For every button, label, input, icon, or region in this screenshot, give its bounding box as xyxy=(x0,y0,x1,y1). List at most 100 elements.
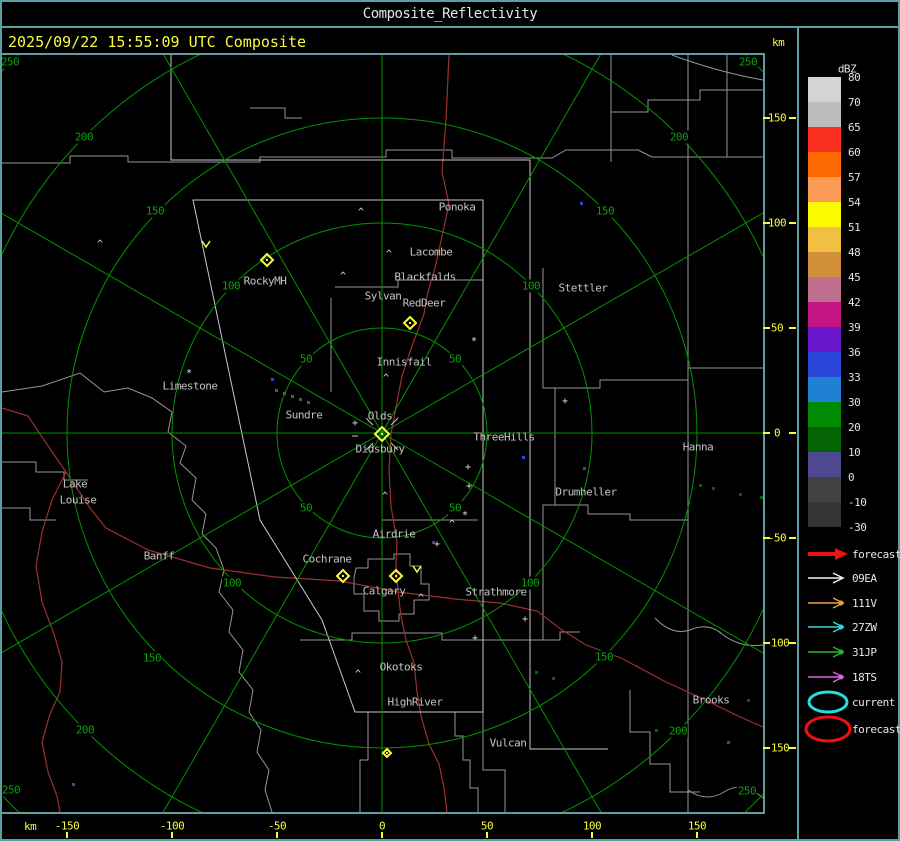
colorbar-value-label: 33 xyxy=(848,371,861,384)
town-marker-icon: + xyxy=(464,462,472,473)
legend-label-09EA: 09EA xyxy=(852,572,877,585)
radar-echo-pixel xyxy=(522,456,525,459)
colorbar-band xyxy=(808,127,841,152)
town-marker-icon: ^ xyxy=(385,249,393,260)
colorbar-band xyxy=(808,152,841,177)
radar-echo-pixel xyxy=(299,398,302,401)
bottom-axis-tick xyxy=(486,832,488,838)
colorbar-band xyxy=(808,102,841,127)
colorbar-value-label: 30 xyxy=(848,396,861,409)
radar-echo-pixel xyxy=(283,392,286,395)
colorbar-value-label: 10 xyxy=(848,446,861,459)
ring-distance-label: 250 xyxy=(736,784,758,798)
map-canvas[interactable]: 50 50 50 50 100 100 100 100 150 150 150 150 200 200 20… xyxy=(2,55,763,812)
city-label-limestone: Limestone xyxy=(162,379,218,393)
town-marker-icon: + xyxy=(471,633,479,644)
map-graphics xyxy=(2,55,763,812)
radar-echo-pixel xyxy=(712,487,715,490)
colorbar-value-label: 45 xyxy=(848,271,861,284)
ring-distance-label: 200 xyxy=(667,724,689,738)
right-axis-tick-label: 50 xyxy=(770,321,784,335)
colorbar-band xyxy=(808,77,841,102)
legend-label-27ZW: 27ZW xyxy=(852,621,877,634)
city-label-lake: Lake xyxy=(62,477,88,491)
city-label-vulcan: Vulcan xyxy=(489,736,527,750)
right-axis-tick xyxy=(763,747,770,749)
radar-coverage-outline xyxy=(170,55,608,750)
ring-distance-label: 150 xyxy=(141,651,163,665)
town-marker-icon: ^ xyxy=(96,239,104,250)
bottom-axis-tick-label: -150 xyxy=(54,819,80,833)
colorbar-value-label: 0 xyxy=(848,471,855,484)
colorbar-value-label: 60 xyxy=(848,146,861,159)
town-marker-icon: + xyxy=(521,614,529,625)
ring-distance-label: 50 xyxy=(447,501,463,515)
town-marker-icon: + xyxy=(561,396,569,407)
bottom-axis-tick xyxy=(696,832,698,838)
right-axis-tick xyxy=(789,327,796,329)
colorbar-value-label: 42 xyxy=(848,296,861,309)
city-label-sylvan: Sylvan xyxy=(364,289,402,303)
city-label-calgary: Calgary xyxy=(362,584,406,598)
colorbar-band xyxy=(808,202,841,227)
city-label-stettler: Stettler xyxy=(558,281,608,295)
legend-label-current: current xyxy=(852,696,895,709)
legend-label-forecast: forecast xyxy=(852,723,900,736)
city-label-innisfail: Innisfail xyxy=(376,355,432,369)
town-marker-icon: ^ xyxy=(354,669,362,680)
colorbar-value-label: -30 xyxy=(848,521,867,534)
colorbar-band xyxy=(808,252,841,277)
bottom-axis-tick-label: -50 xyxy=(267,819,287,833)
city-label-threehills: ThreeHills xyxy=(473,430,535,444)
ring-distance-label: 200 xyxy=(74,723,96,737)
city-label-olds: Olds xyxy=(367,409,393,423)
ring-distance-label: 50 xyxy=(298,501,314,515)
right-axis-tick xyxy=(763,642,770,644)
city-label-okotoks: Okotoks xyxy=(379,660,423,674)
ring-distance-label: 200 xyxy=(668,130,690,144)
map-border-bottom xyxy=(0,812,765,814)
ring-distance-label: 250 xyxy=(2,55,21,69)
bottom-axis-tick xyxy=(381,832,383,838)
city-label-didsbury: Didsbury xyxy=(355,442,405,456)
ring-distance-label: 50 xyxy=(298,352,314,366)
azimuth-spoke-330 xyxy=(163,55,383,434)
colorbar-value-label: -10 xyxy=(848,496,867,509)
colorbar-band xyxy=(808,327,841,352)
title-divider xyxy=(0,26,900,28)
ring-distance-label: 150 xyxy=(593,650,615,664)
colorbar-band xyxy=(808,452,841,477)
city-label-sundre: Sundre xyxy=(285,408,323,422)
panel-divider xyxy=(797,26,799,841)
city-label-lacombe: Lacombe xyxy=(409,245,453,259)
ring-distance-label: 100 xyxy=(221,576,243,590)
legend-label-forecast: forecast xyxy=(852,548,900,561)
bottom-axis-tick-label: -100 xyxy=(159,819,185,833)
town-marker-icon: ^ xyxy=(417,593,425,604)
radar-echo-pixel xyxy=(580,202,583,205)
colorbar-value-label: 54 xyxy=(848,196,861,209)
radar-echo-pixel xyxy=(583,467,586,470)
colorbar-value-label: 20 xyxy=(848,421,861,434)
radar-site-dot xyxy=(342,575,344,577)
right-axis-tick xyxy=(763,537,770,539)
azimuth-spoke-300 xyxy=(2,213,383,434)
legend-ellipse-icon xyxy=(804,715,852,743)
radar-echo-pixel xyxy=(72,783,75,786)
town-marker-icon: + xyxy=(351,418,359,429)
window-title: Composite_Reflectivity xyxy=(362,6,538,22)
town-marker-icon: ^ xyxy=(382,373,390,384)
radar-site-dot xyxy=(395,575,397,577)
right-axis-tick xyxy=(789,117,796,119)
bottom-axis-tick-label: 50 xyxy=(480,819,494,833)
town-marker-icon: + xyxy=(465,481,473,492)
colorbar-value-label: 36 xyxy=(848,346,861,359)
radar-app-window: Composite_Reflectivity 2025/09/22 15:55:… xyxy=(0,0,900,841)
bottom-axis-tick-label: 150 xyxy=(687,819,707,833)
radar-echo-pixel xyxy=(275,389,278,392)
legend-label-31JP: 31JP xyxy=(852,646,877,659)
azimuth-spoke-210 xyxy=(162,432,383,812)
right-axis-tick-label: 100 xyxy=(767,216,787,230)
colorbar-value-label: 80 xyxy=(848,71,861,84)
radar-echo-pixel xyxy=(535,671,538,674)
